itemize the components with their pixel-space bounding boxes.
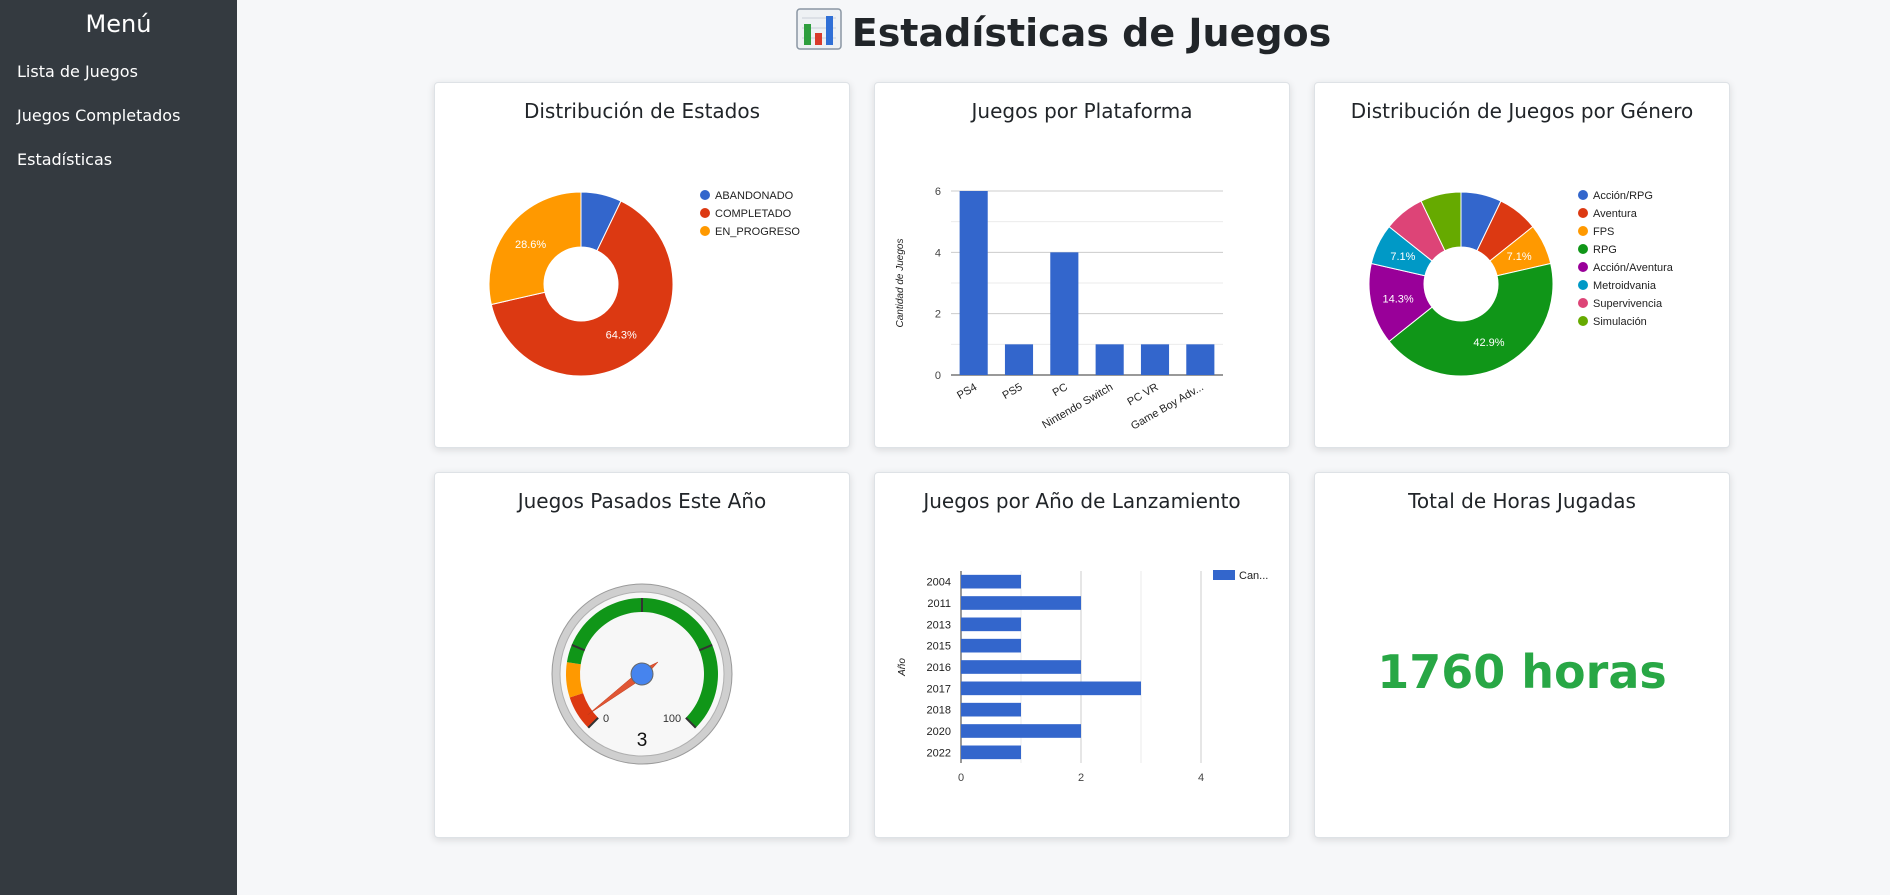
card-genero: Distribución de Juegos por Género 7.1% 42… bbox=[1314, 82, 1730, 448]
bar-4 bbox=[1140, 344, 1170, 375]
y-tick-3: 2015 bbox=[927, 641, 951, 653]
slice-label-3: 42.9% bbox=[1473, 337, 1504, 349]
legend-marker-1 bbox=[1578, 208, 1588, 218]
gauge-max-label: 100 bbox=[663, 713, 681, 725]
legend-label-2: EN_PROGRESO bbox=[715, 226, 800, 238]
bar-2 bbox=[961, 617, 1021, 632]
total-hours-value: 1760 horas bbox=[1377, 645, 1667, 699]
bar-4 bbox=[961, 660, 1081, 674]
legend-marker-0 bbox=[1578, 190, 1588, 200]
y-axis-label: Año bbox=[897, 658, 908, 677]
legend-label-4: Acción/Aventura bbox=[1593, 262, 1674, 274]
bar-8 bbox=[961, 745, 1021, 760]
y-tick-6: 2018 bbox=[927, 705, 951, 717]
legend-marker-4 bbox=[1578, 262, 1588, 272]
card-gauge: Juegos Pasados Este Año 0 100 3 bbox=[434, 472, 850, 838]
sidebar-item-juegos-completados[interactable]: Juegos Completados bbox=[0, 94, 237, 138]
legend-label-1: COMPLETADO bbox=[715, 208, 792, 220]
legend-label-5: Metroidvania bbox=[1593, 280, 1657, 292]
card-title-genero: Distribución de Juegos por Género bbox=[1350, 99, 1694, 123]
bar-5 bbox=[1186, 344, 1215, 375]
slice-label-4: 14.3% bbox=[1383, 293, 1414, 305]
y-tick-0: 2004 bbox=[927, 577, 951, 589]
card-horas: Total de Horas Jugadas 1760 horas bbox=[1314, 472, 1730, 838]
slice-label-1: 64.3% bbox=[606, 329, 637, 341]
y-tick-7: 2020 bbox=[927, 726, 951, 738]
bar-7 bbox=[961, 724, 1081, 738]
y-tick-0: 0 bbox=[935, 370, 941, 382]
card-title-lanzamiento: Juegos por Año de Lanzamiento bbox=[923, 489, 1241, 513]
y-tick-2: 4 bbox=[935, 247, 941, 259]
bar-3 bbox=[1095, 344, 1124, 375]
bar-1 bbox=[961, 596, 1081, 610]
gauge-value-label: 3 bbox=[637, 730, 648, 751]
legend-marker-2 bbox=[1578, 226, 1588, 236]
page-title: Estadísticas de Juegos bbox=[237, 8, 1890, 55]
card-lanzamiento: Juegos por Año de Lanzamiento 0 2 4 2004 201… bbox=[874, 472, 1290, 838]
x-tick-1: PS5 bbox=[1000, 381, 1024, 402]
x-tick-0: 0 bbox=[958, 772, 964, 784]
legend-label-1: Aventura bbox=[1593, 208, 1638, 220]
x-tick-1: 2 bbox=[1078, 772, 1084, 784]
chart-gauge: 0 100 3 bbox=[551, 583, 733, 765]
legend-label-3: RPG bbox=[1593, 244, 1617, 256]
slice-label-2: 28.6% bbox=[515, 239, 546, 251]
x-tick-2: 4 bbox=[1198, 772, 1204, 784]
y-tick-4: 2016 bbox=[927, 662, 951, 674]
y-tick-1: 2011 bbox=[927, 598, 951, 610]
y-tick-5: 2017 bbox=[927, 683, 951, 695]
chart-lanzamiento: 0 2 4 2004 2011 2013 2015 2016 2017 2018 2020 2022 A… bbox=[897, 570, 1268, 784]
card-title-gauge: Juegos Pasados Este Año bbox=[517, 489, 767, 513]
legend-marker-2 bbox=[700, 226, 710, 236]
x-tick-0: PS4 bbox=[955, 381, 979, 402]
bar-6 bbox=[961, 702, 1021, 717]
bar-0 bbox=[961, 574, 1021, 589]
legend-marker-3 bbox=[1578, 244, 1588, 254]
bar-5 bbox=[961, 681, 1141, 696]
y-tick-1: 2 bbox=[935, 309, 941, 321]
card-title-plataforma: Juegos por Plataforma bbox=[971, 99, 1193, 123]
sidebar-title: Menú bbox=[85, 10, 152, 38]
bar-3 bbox=[961, 638, 1021, 653]
card-estados: Distribución de Estados 64.3% 28.6% ABANDO… bbox=[434, 82, 850, 448]
y-axis-label: Cantidad de Juegos bbox=[895, 239, 906, 328]
legend-label-2: FPS bbox=[1593, 226, 1614, 238]
gauge-min-label: 0 bbox=[603, 713, 609, 725]
page-title-text: Estadísticas de Juegos bbox=[851, 11, 1332, 55]
legend-label-0: ABANDONADO bbox=[715, 190, 794, 202]
y-tick-8: 2022 bbox=[927, 747, 951, 759]
slice-label-5: 7.1% bbox=[1390, 251, 1415, 263]
legend-marker-5 bbox=[1578, 280, 1588, 290]
x-tick-2: PC bbox=[1051, 381, 1070, 399]
legend-label-6: Supervivencia bbox=[1593, 298, 1663, 310]
bar-chart-icon bbox=[795, 8, 842, 50]
legend-label-0: Acción/RPG bbox=[1593, 190, 1653, 202]
sidebar: Menú Lista de Juegos Juegos Completados … bbox=[0, 0, 237, 895]
legend-marker-7 bbox=[1578, 316, 1588, 326]
chart-genero: 7.1% 42.9% 14.3% 7.1% Acción/RPG Aventura FPS R… bbox=[1368, 190, 1674, 377]
legend-marker bbox=[1213, 570, 1235, 580]
chart-plataforma: 0246PS4 PS5 PCNintendo Switch PC VRGame Boy… bbox=[895, 186, 1223, 432]
sidebar-item-estadisticas[interactable]: Estadísticas bbox=[0, 138, 237, 182]
legend-marker-6 bbox=[1578, 298, 1588, 308]
slice-label-2: 7.1% bbox=[1507, 251, 1532, 263]
gauge-hub bbox=[630, 662, 654, 686]
card-title-estados: Distribución de Estados bbox=[523, 99, 761, 123]
card-plataforma: Juegos por Plataforma 0 2 4 6 PS4 PS5 PC Ninten… bbox=[874, 82, 1290, 448]
bar-1 bbox=[1004, 344, 1034, 375]
legend-marker-0 bbox=[700, 190, 710, 200]
legend-label-7: Simulación bbox=[1593, 316, 1647, 328]
legend-marker-1 bbox=[700, 208, 710, 218]
sidebar-item-lista-juegos[interactable]: Lista de Juegos bbox=[0, 50, 237, 94]
y-tick-2: 2013 bbox=[927, 619, 951, 631]
x-tick-4: PC VR bbox=[1125, 381, 1160, 408]
bar-2 bbox=[1050, 252, 1079, 375]
y-tick-3: 6 bbox=[935, 186, 941, 198]
card-title-horas: Total de Horas Jugadas bbox=[1408, 489, 1636, 513]
bar-0 bbox=[959, 191, 988, 375]
legend-label: Can... bbox=[1239, 570, 1268, 582]
chart-estados: 64.3% 28.6% ABANDONADO COMPLETADO EN_PROGRES… bbox=[488, 190, 800, 377]
